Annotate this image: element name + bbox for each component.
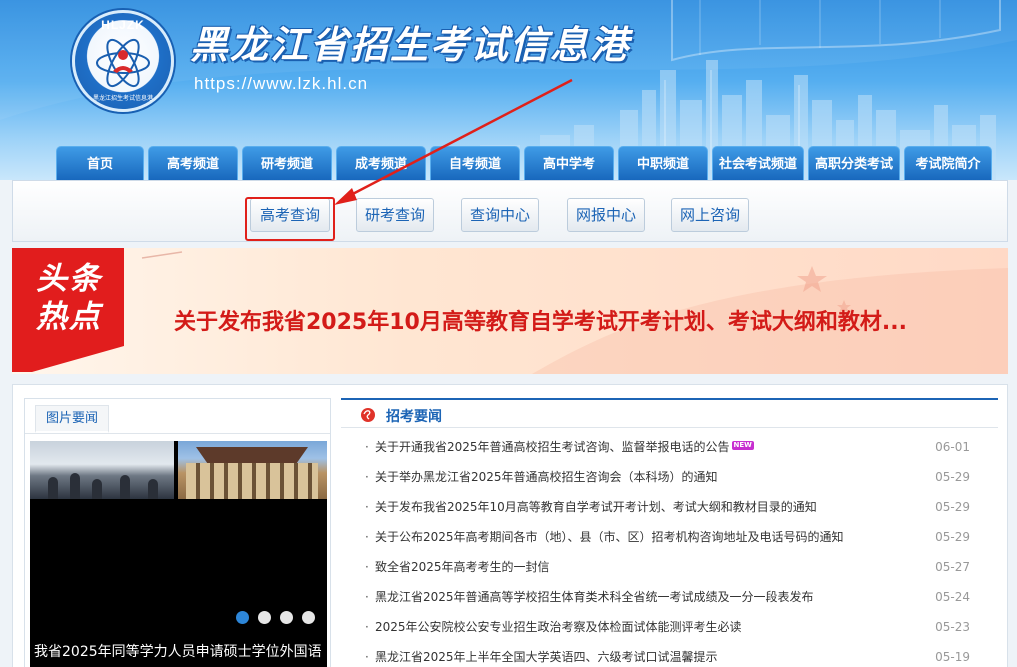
headline-badge-text: 头条 热点: [36, 261, 102, 335]
nav-tab-gaokao[interactable]: 高考频道: [148, 146, 238, 180]
online-registration-button[interactable]: 网报中心: [567, 198, 645, 232]
new-badge-icon: NEW: [731, 441, 754, 450]
slide-dot-1[interactable]: [236, 611, 249, 624]
news-item-date: 05-24: [935, 590, 970, 604]
sub-nav: 高考查询 研考查询 查询中心 网报中心 网上咨询: [12, 180, 1008, 242]
slide-photo-1[interactable]: [30, 441, 174, 499]
nav-tab-xuekao[interactable]: 高中学考: [524, 146, 614, 180]
news-item[interactable]: · 关于举办黑龙江省2025年普通高校招生咨询会（本科场）的通知 05-29: [341, 462, 998, 492]
headline-banner[interactable]: 头条 热点 关于发布我省2025年10月高等教育自学考试开考计划、考试大纲和教材…: [12, 248, 1008, 374]
nav-tab-chengkao[interactable]: 成考频道: [336, 146, 426, 180]
slide-photo-2[interactable]: [178, 441, 327, 499]
news-item-date: 05-19: [935, 650, 970, 664]
news-item-title[interactable]: 致全省2025年高考考生的一封信: [375, 560, 550, 574]
tab-divider: [25, 433, 330, 434]
photo-slider[interactable]: 我省2025年同等学力人员申请硕士学位外国语: [30, 441, 327, 667]
main-nav: 首页 高考频道 研考频道 成考频道 自考频道 高中学考 中职频道 社会考试频道 …: [56, 146, 992, 180]
news-item-date: 05-23: [935, 620, 970, 634]
news-item[interactable]: · 黑龙江省2025年上半年全国大学英语四、六级考试口试温馨提示 05-19: [341, 642, 998, 667]
news-item-title[interactable]: 关于举办黑龙江省2025年普通高校招生咨询会（本科场）的通知: [375, 470, 718, 484]
news-item-date: 06-01: [935, 440, 970, 454]
site-url: https://www.lzk.hl.cn: [194, 74, 369, 93]
site-logo[interactable]: HLJZK 黑龙江招生考试信息港: [72, 10, 174, 112]
content-area: 图片要闻 我省2025年同等学力人员申请硕士学位外国语 招考要闻 · 关于开通我…: [12, 384, 1008, 667]
site-header: HLJZK 黑龙江招生考试信息港 黑龙江省招生考试信息港 https://www…: [0, 0, 1017, 180]
highlight-box: [245, 197, 335, 241]
nav-tab-vocational[interactable]: 高职分类考试: [808, 146, 900, 180]
news-title: 招考要闻: [386, 409, 442, 425]
picture-news-panel: 图片要闻 我省2025年同等学力人员申请硕士学位外国语: [24, 398, 331, 667]
news-item[interactable]: · 致全省2025年高考考生的一封信 05-27: [341, 552, 998, 582]
news-item[interactable]: · 关于公布2025年高考期间各市（地）、县（市、区）招考机构咨询地址及电话号码…: [341, 522, 998, 552]
news-item[interactable]: · 黑龙江省2025年普通高等学校招生体育类术科全省统一考试成绩及一分一段表发布…: [341, 582, 998, 612]
slide-dot-2[interactable]: [258, 611, 271, 624]
nav-tab-social-exam[interactable]: 社会考试频道: [712, 146, 804, 180]
nav-tab-yankao[interactable]: 研考频道: [242, 146, 332, 180]
globe-icon: [361, 408, 375, 422]
nav-tab-zhongzhi[interactable]: 中职频道: [618, 146, 708, 180]
news-item-title[interactable]: 关于公布2025年高考期间各市（地）、县（市、区）招考机构咨询地址及电话号码的通…: [375, 530, 844, 544]
news-item[interactable]: · 2025年公安院校公安专业招生政治考察及体检面试体能测评考生必读 05-23: [341, 612, 998, 642]
logo-text: HLJZK: [101, 18, 145, 32]
nav-tab-zikao[interactable]: 自考频道: [430, 146, 520, 180]
news-item-date: 05-29: [935, 470, 970, 484]
news-item[interactable]: · 关于开通我省2025年普通高校招生考试咨询、监督举报电话的公告 NEW 06-…: [341, 432, 998, 462]
headline-text[interactable]: 关于发布我省2025年10月高等教育自学考试开考计划、考试大纲和教材...: [174, 304, 907, 336]
news-item-date: 05-27: [935, 560, 970, 574]
news-item-date: 05-29: [935, 530, 970, 544]
yankao-query-button[interactable]: 研考查询: [356, 198, 434, 232]
news-item-title[interactable]: 2025年公安院校公安专业招生政治考察及体检面试体能测评考生必读: [375, 620, 742, 634]
nav-tab-home[interactable]: 首页: [56, 146, 144, 180]
news-list: · 关于开通我省2025年普通高校招生考试咨询、监督举报电话的公告 NEW 06-…: [341, 432, 998, 667]
picture-news-tab[interactable]: 图片要闻: [35, 405, 110, 433]
online-consult-button[interactable]: 网上咨询: [671, 198, 749, 232]
slide-dot-3[interactable]: [280, 611, 293, 624]
news-item-title[interactable]: 黑龙江省2025年普通高等学校招生体育类术科全省统一考试成绩及一分一段表发布: [375, 590, 814, 604]
logo-emblem-icon: [96, 38, 150, 88]
slide-indicators: [236, 611, 315, 624]
slide-caption[interactable]: 我省2025年同等学力人员申请硕士学位外国语: [34, 641, 322, 661]
site-title: 黑龙江省招生考试信息港: [190, 22, 631, 67]
news-item-title[interactable]: 关于开通我省2025年普通高校招生考试咨询、监督举报电话的公告: [375, 440, 730, 454]
news-item-title[interactable]: 黑龙江省2025年上半年全国大学英语四、六级考试口试温馨提示: [375, 650, 718, 664]
news-item-title[interactable]: 关于发布我省2025年10月高等教育自学考试开考计划、考试大纲和教材目录的通知: [375, 500, 817, 514]
admission-news-panel: 招考要闻 · 关于开通我省2025年普通高校招生考试咨询、监督举报电话的公告 NE…: [341, 398, 998, 667]
news-item-date: 05-29: [935, 500, 970, 514]
news-item[interactable]: · 关于发布我省2025年10月高等教育自学考试开考计划、考试大纲和教材目录的通…: [341, 492, 998, 522]
slide-dot-4[interactable]: [302, 611, 315, 624]
news-header: 招考要闻: [341, 398, 998, 428]
query-center-button[interactable]: 查询中心: [461, 198, 539, 232]
logo-subtext: 黑龙江招生考试信息港: [92, 95, 153, 102]
nav-tab-about[interactable]: 考试院简介: [904, 146, 992, 180]
